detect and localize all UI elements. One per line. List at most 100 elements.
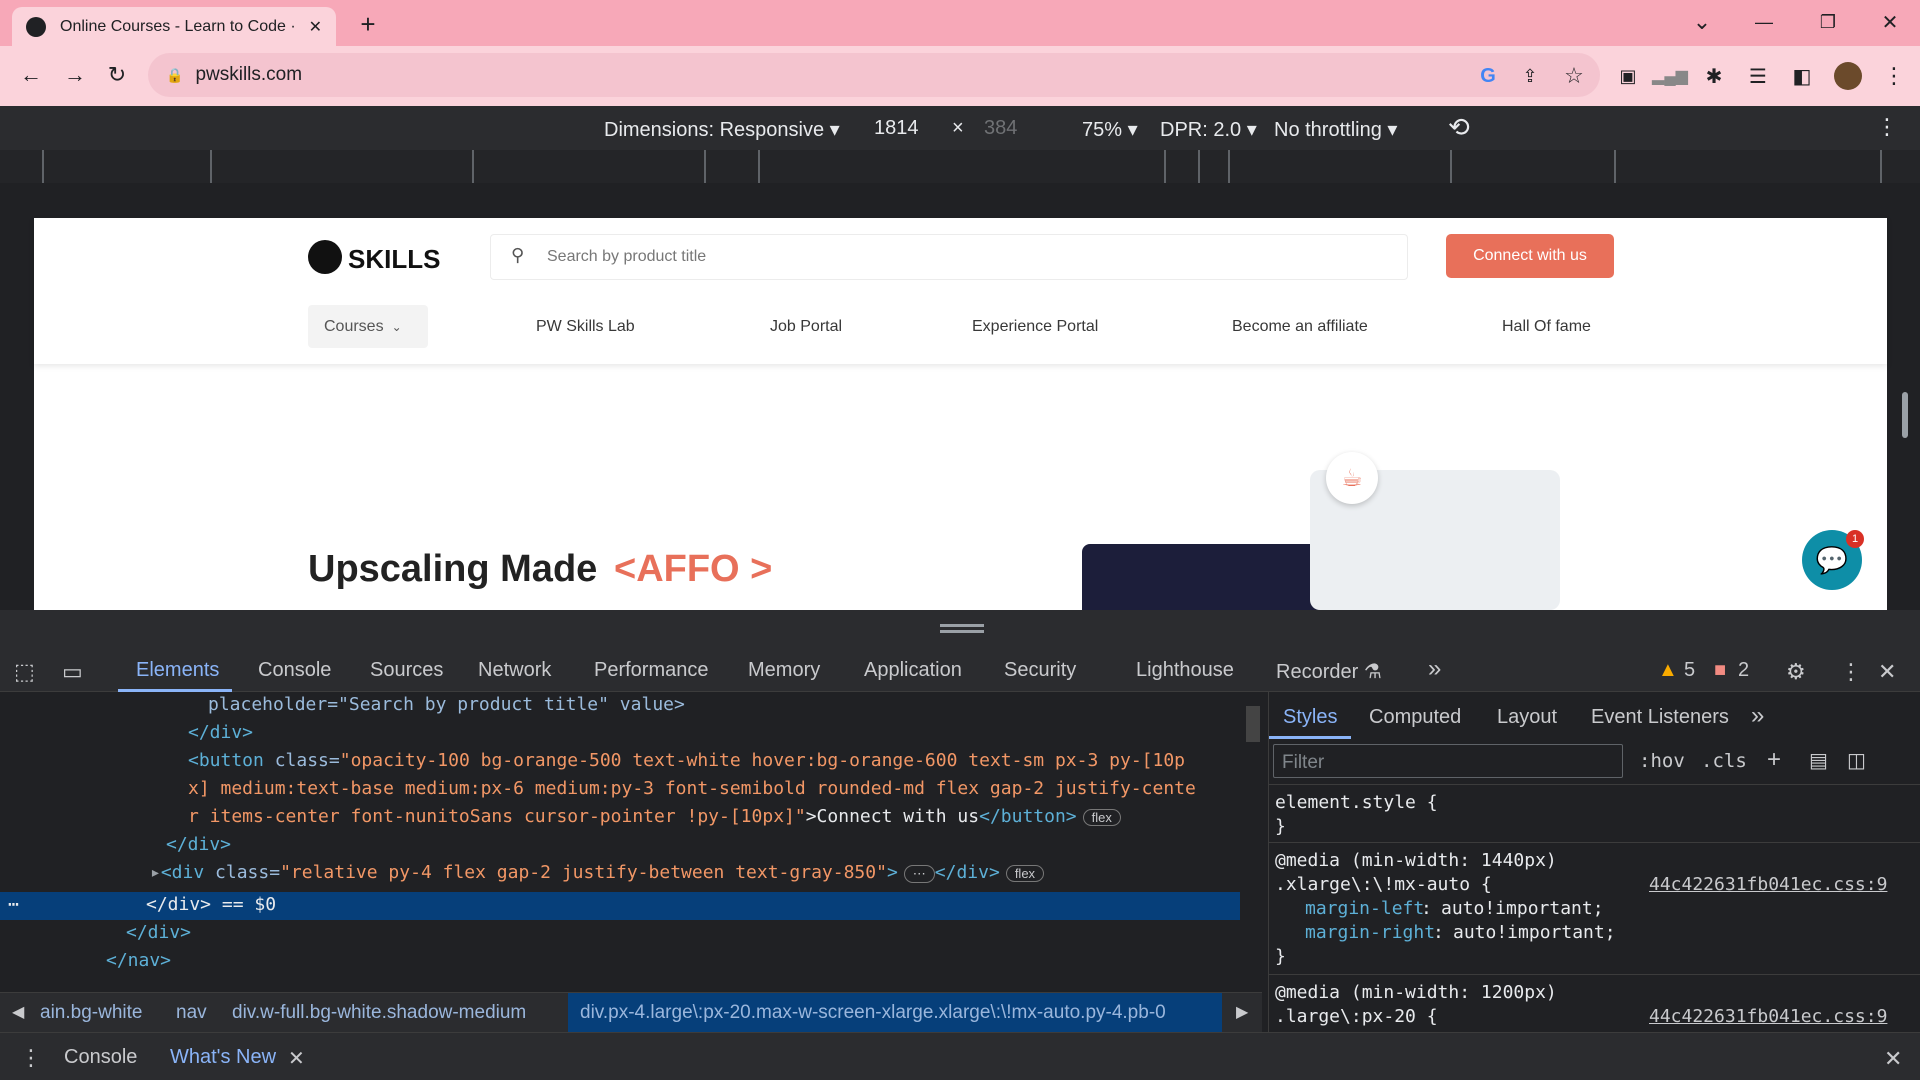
zoom-dropdown[interactable]: 75% ▾ [1082,117,1138,142]
device-toolbar-menu-icon[interactable]: ⋮ [1876,114,1898,140]
tab-search-chevron-icon[interactable]: ⌄ [1682,6,1722,38]
tab-memory[interactable]: Memory [748,659,820,682]
code-line[interactable]: x] medium:text-base medium:px-6 medium:p… [188,778,1196,799]
code-line[interactable]: </div> [126,922,191,943]
width-input[interactable]: 1814 [874,117,919,140]
settings-gear-icon[interactable]: ⚙ [1786,659,1806,685]
drawer-tab-whats-new[interactable]: What's New [170,1046,276,1069]
inspect-element-icon[interactable]: ⬚ [14,659,35,685]
more-tabs-icon[interactable]: » [1428,655,1441,683]
new-tab-button[interactable]: + [352,9,384,39]
nav-experience-portal[interactable]: Experience Portal [972,318,1098,336]
drawer-close-icon[interactable]: ✕ [1884,1046,1902,1072]
dpr-dropdown[interactable]: DPR: 2.0 ▾ [1160,117,1257,142]
connect-button[interactable]: Connect with us [1446,234,1614,278]
extensions-icon[interactable]: ✱ [1700,63,1728,89]
drawer-menu-icon[interactable]: ⋮ [20,1045,42,1071]
google-lens-icon[interactable]: G [1474,63,1502,89]
tab-close-icon[interactable]: ✕ [309,17,322,37]
minimize-button[interactable]: — [1742,6,1786,38]
error-count[interactable]: 2 [1738,659,1749,682]
close-window-button[interactable]: ✕ [1868,6,1912,38]
pw-logo-icon[interactable] [308,240,342,274]
media-controls-icon[interactable]: ☰ [1744,63,1772,89]
code-line[interactable]: </div> [188,722,253,743]
tab-console[interactable]: Console [258,659,331,682]
tab-performance[interactable]: Performance [594,659,709,682]
flex-badge[interactable]: flex [1082,809,1121,826]
side-panel-icon[interactable]: ◧ [1788,63,1816,89]
error-icon[interactable]: ■ [1714,659,1726,682]
style-rule-selector[interactable]: .xlarge\:\!mx-auto { [1275,874,1492,895]
tab-security[interactable]: Security [1004,659,1076,682]
tab-lighthouse[interactable]: Lighthouse [1136,659,1234,682]
viewport-resize-handle[interactable] [1902,392,1908,438]
new-rule-icon[interactable]: + [1767,746,1781,774]
tab-elements[interactable]: Elements [136,659,219,682]
code-line[interactable]: <button class="opacity-100 bg-orange-500… [188,750,1185,771]
nav-job-portal[interactable]: Job Portal [770,318,842,336]
breadcrumb-item-active[interactable]: div.px-4.large\:px-20.max-w-screen-xlarg… [580,1002,1216,1024]
back-icon[interactable]: ← [14,60,48,90]
css-property[interactable]: margin-right [1305,922,1435,943]
reload-icon[interactable]: ↻ [100,60,134,90]
nav-hall-of-fame[interactable]: Hall Of fame [1502,318,1591,336]
devtools-close-icon[interactable]: ✕ [1878,659,1896,685]
cls-toggle[interactable]: .cls [1701,750,1747,772]
breadcrumb-item[interactable]: div.w-full.bg-white.shadow-medium [232,1002,526,1024]
forward-icon[interactable]: → [58,60,92,90]
code-line[interactable]: r items-center font-nunitoSans cursor-po… [188,806,1121,827]
maximize-button[interactable]: ❐ [1806,6,1850,38]
style-rule-selector[interactable]: element.style { [1275,792,1438,813]
code-line[interactable]: placeholder="Search by product title" va… [208,694,685,715]
drawer-tab-close-icon[interactable]: ✕ [288,1046,305,1071]
devtools-menu-icon[interactable]: ⋮ [1840,659,1862,685]
hov-toggle[interactable]: :hov [1639,750,1685,772]
devtools-splitter[interactable] [0,610,1920,646]
address-bar[interactable]: 🔒 pwskills.com [148,53,1600,97]
warning-icon[interactable]: ▲ [1658,659,1678,682]
expand-triangle-icon[interactable]: ▸ [150,862,161,883]
tab-recorder[interactable]: Recorder ⚗ [1276,659,1382,684]
flex-badge[interactable]: flex [1005,865,1045,882]
tab-styles[interactable]: Styles [1283,706,1337,729]
media-query-ruler[interactable] [0,150,1920,183]
style-rule-selector[interactable]: .large\:px-20 { [1275,1006,1438,1027]
nav-become-affiliate[interactable]: Become an affiliate [1232,318,1368,336]
more-style-tabs-icon[interactable]: » [1751,702,1764,730]
device-toggle-icon[interactable]: ▭ [62,659,83,685]
share-icon[interactable]: ⇪ [1516,63,1544,89]
tab-network[interactable]: Network [478,659,551,682]
ellipsis-badge[interactable]: ⋯ [903,865,935,883]
drawer-tab-console[interactable]: Console [64,1046,137,1069]
row-menu-icon[interactable]: ⋯ [8,894,19,915]
warning-count[interactable]: 5 [1684,659,1695,682]
css-value[interactable]: auto!important; [1453,922,1616,943]
breadcrumb-item[interactable]: ain.bg-white [40,1002,142,1024]
picture-in-picture-icon[interactable]: ▣ [1614,63,1642,89]
tab-sources[interactable]: Sources [370,659,443,682]
tab-event-listeners[interactable]: Event Listeners [1591,706,1729,729]
elements-scrollbar[interactable] [1246,706,1260,742]
code-line[interactable]: </div> [166,834,231,855]
rotate-icon[interactable]: ⟲ [1448,112,1470,143]
toggle-sidebar-icon[interactable]: ◫ [1847,748,1866,773]
nav-pw-skills-lab[interactable]: PW Skills Lab [536,318,635,336]
browser-tab[interactable]: Online Courses - Learn to Code · ✕ [12,7,336,46]
browser-menu-icon[interactable]: ⋮ [1880,63,1908,89]
logo-text[interactable]: SKILLS [348,244,440,275]
breadcrumb-item[interactable]: nav [176,1002,207,1024]
css-property[interactable]: margin-left [1305,898,1424,919]
elements-tree[interactable]: placeholder="Search by product title" va… [0,692,1260,992]
height-input[interactable]: 384 [984,117,1017,140]
tab-computed[interactable]: Computed [1369,706,1461,729]
styles-filter-input[interactable]: Filter [1273,744,1623,778]
tab-layout[interactable]: Layout [1497,706,1557,729]
code-line[interactable]: ▸<div class="relative py-4 flex gap-2 ju… [150,862,1045,883]
crumb-scroll-right-icon[interactable]: ▶ [1236,1002,1248,1022]
code-line[interactable]: </nav> [106,950,171,971]
dimensions-dropdown[interactable]: Dimensions: Responsive ▾ [604,117,840,142]
tab-application[interactable]: Application [864,659,962,682]
bookmark-star-icon[interactable]: ☆ [1560,63,1588,89]
css-source-link[interactable]: 44c422631fb041ec.css:9 [1649,1006,1887,1027]
